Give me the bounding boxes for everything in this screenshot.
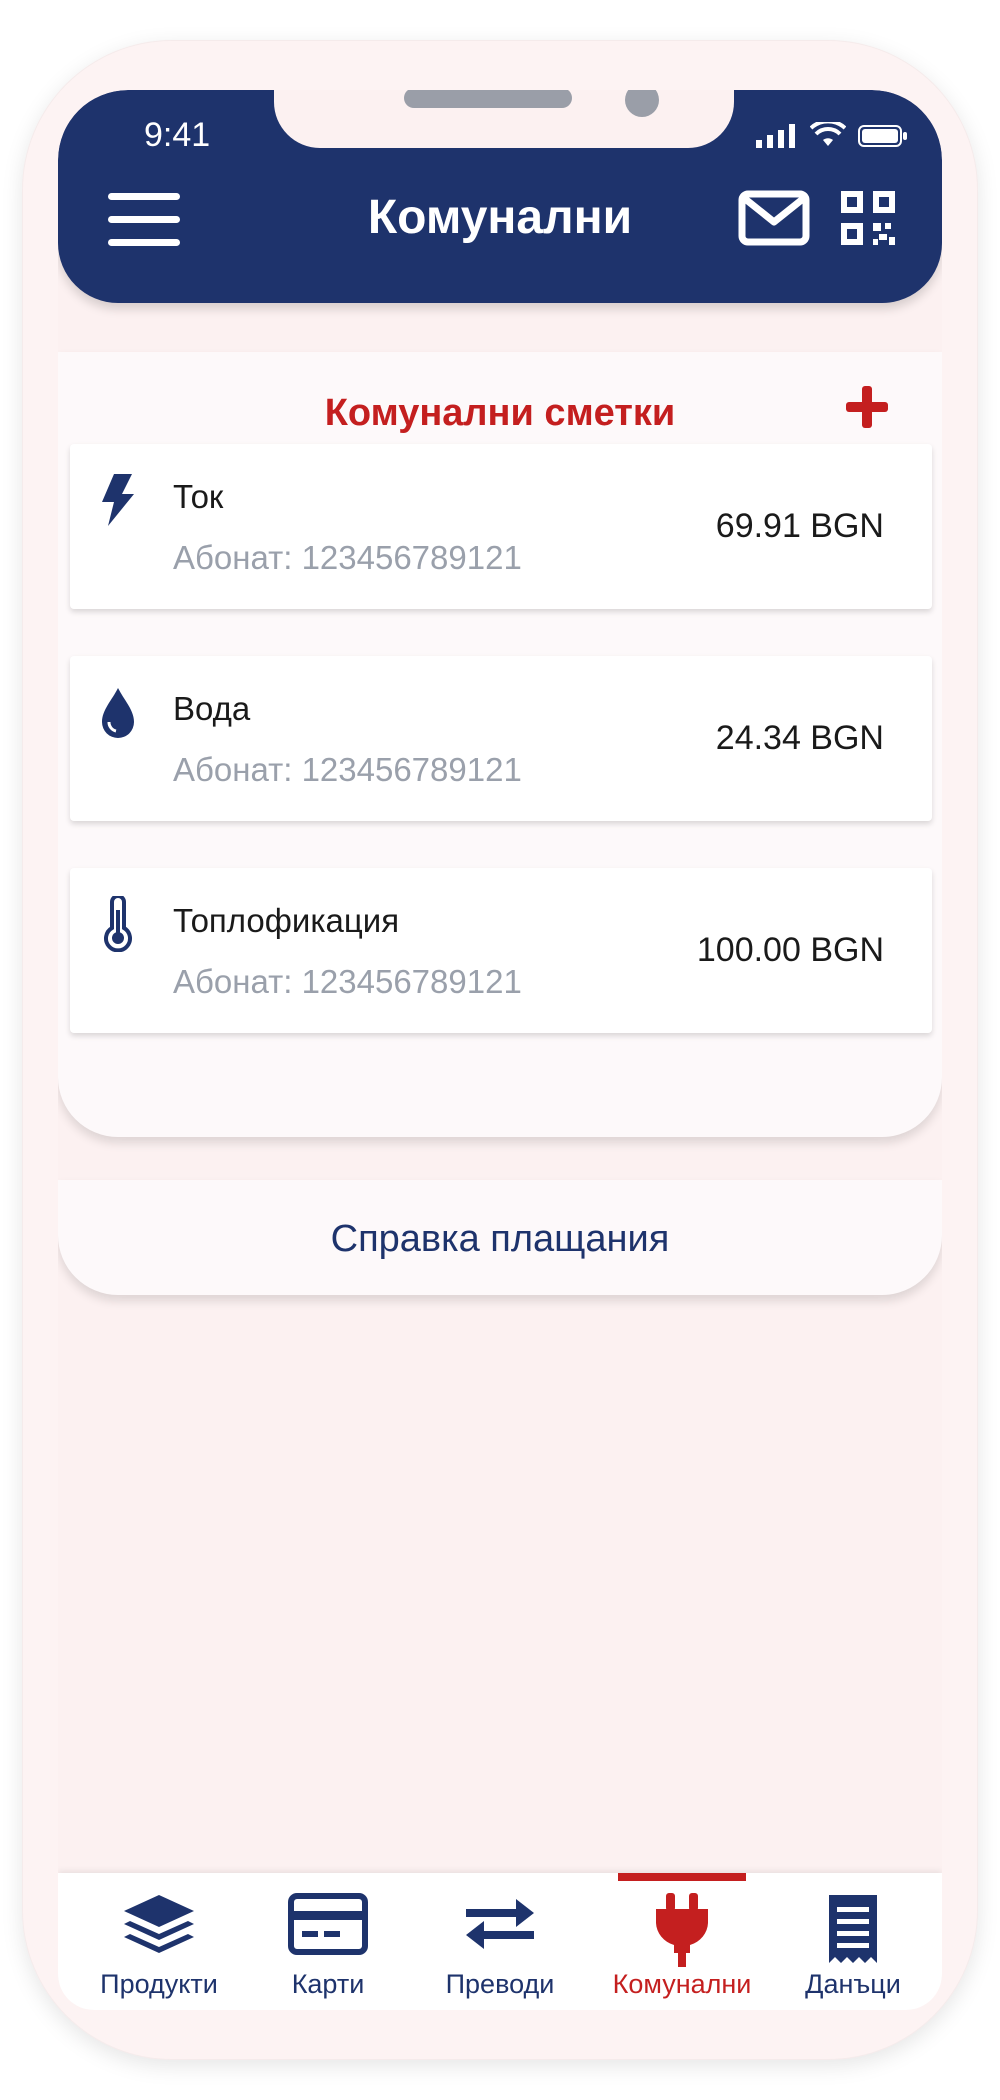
battery-icon [858,125,907,147]
payment-report-button[interactable]: Справка плащания [58,1180,942,1295]
bill-subscriber: Абонат: 123456789121 [173,539,522,576]
nav-label: Комунални [612,1969,752,1999]
bill-amount: 24.34 BGN [715,719,884,757]
add-bill-button[interactable] [844,384,890,430]
wifi-icon [810,122,846,146]
bill-amount: 69.91 BGN [715,507,884,545]
bill-card-electricity[interactable]: Ток Абонат: 123456789121 69.91 BGN [70,444,932,609]
device-notch [274,90,734,148]
bills-title: Комунални сметки [324,392,676,434]
bill-card-water[interactable]: Вода Абонат: 123456789121 24.34 BGN [70,656,932,821]
mail-icon[interactable] [738,190,810,246]
speaker-icon [404,90,572,108]
qr-code-icon[interactable] [840,190,896,246]
nav-label: Данъци [805,1969,901,1999]
card-icon [288,1893,368,1955]
nav-utilities[interactable]: Комунални [597,1873,767,2010]
nav-label: Продукти [100,1969,218,1999]
nav-products[interactable]: Продукти [74,1873,244,2010]
nav-cards[interactable]: Карти [243,1873,413,2010]
bill-name: Топлофикация [173,902,400,939]
water-drop-icon [102,688,134,738]
signal-icon [756,124,795,148]
layers-icon [124,1895,194,1953]
camera-icon [625,90,659,117]
nav-label: Преводи [445,1969,555,1999]
status-icons [756,118,908,148]
receipt-icon [829,1895,877,1963]
payment-report-label: Справка плащания [330,1218,670,1260]
bottom-navigation: Продукти Карти Преводи Комунални Данъци [58,1873,942,2010]
utility-bills-panel: Комунални сметки Ток Абонат: 12345678912… [58,352,942,1137]
bill-card-heating[interactable]: Топлофикация Абонат: 123456789121 100.00… [70,868,932,1033]
lightning-icon [102,474,134,526]
bill-name: Ток [173,478,224,515]
nav-transfers[interactable]: Преводи [415,1873,585,2010]
app-header: 9:41 Комунални [58,90,942,303]
plug-icon [656,1893,708,1967]
thermometer-icon [104,896,132,952]
nav-label: Карти [291,1969,365,1999]
bill-amount: 100.00 BGN [696,931,884,969]
bill-subscriber: Абонат: 123456789121 [173,751,522,788]
transfer-icon [466,1899,534,1949]
status-time: 9:41 [144,116,211,154]
nav-taxes[interactable]: Данъци [768,1873,938,2010]
app-screen: 9:41 Комунални Комунални сметки Ток Абон… [58,90,942,2010]
bill-name: Вода [173,690,251,727]
bill-subscriber: Абонат: 123456789121 [173,963,522,1000]
